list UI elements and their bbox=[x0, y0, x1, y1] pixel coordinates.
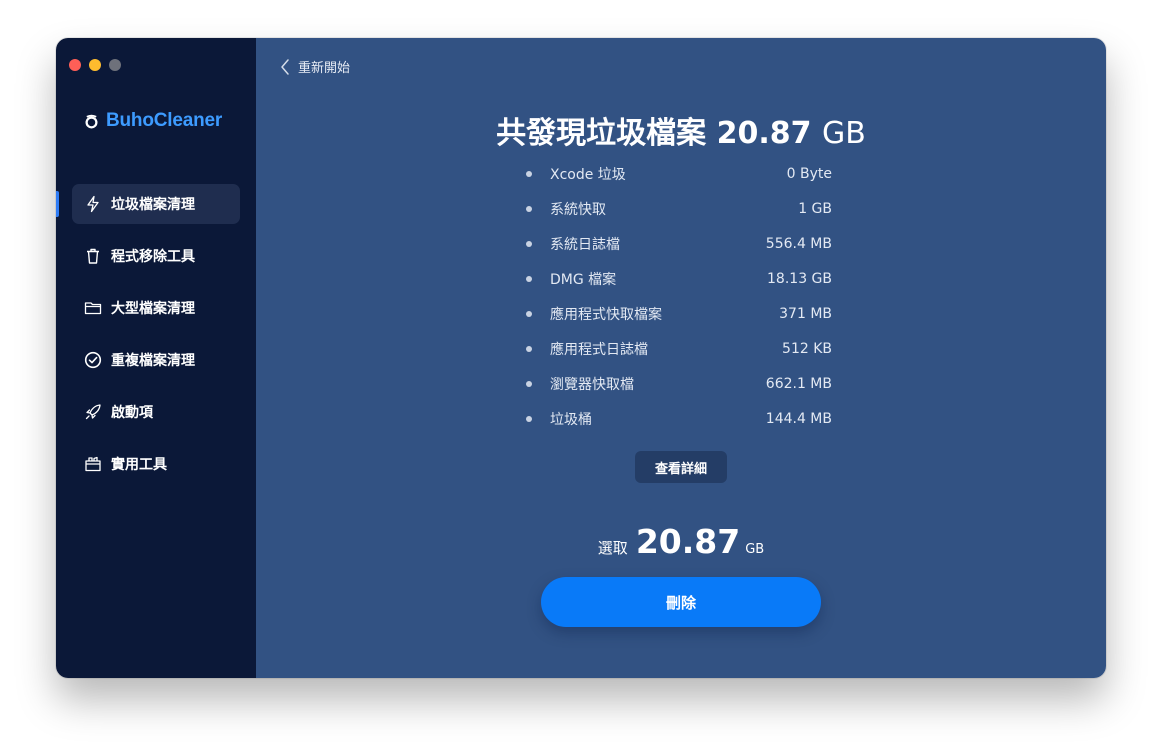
list-item: 應用程式快取檔案 371 MB bbox=[526, 296, 832, 331]
minimize-window-button[interactable] bbox=[89, 59, 101, 71]
junk-category-size: 371 MB bbox=[779, 305, 832, 322]
junk-category-size: 556.4 MB bbox=[765, 235, 832, 252]
selected-summary: 選取 20.87 GB bbox=[256, 522, 1106, 561]
junk-category-name: Xcode 垃圾 bbox=[550, 166, 626, 183]
junk-category-size: 0 Byte bbox=[786, 165, 832, 182]
sidebar-item-label: 實用工具 bbox=[111, 457, 167, 473]
junk-category-size: 1 GB bbox=[798, 200, 832, 217]
restart-label: 重新開始 bbox=[298, 61, 351, 76]
main-panel: 重新開始 共發現垃圾檔案 20.87 GB Xcode 垃圾 0 Byte 系統… bbox=[256, 38, 1106, 678]
buho-logo-icon bbox=[85, 114, 98, 128]
bullet-icon bbox=[526, 275, 532, 282]
rocket-icon bbox=[84, 403, 102, 421]
junk-category-size: 512 KB bbox=[782, 340, 832, 357]
junk-category-name: 系統快取 bbox=[550, 201, 606, 218]
selected-unit: GB bbox=[745, 542, 765, 557]
list-item: 瀏覽器快取檔 662.1 MB bbox=[526, 366, 832, 401]
sidebar: BuhoCleaner 垃圾檔案清理 程式移除工具 大型檔案清理 重複檔案清理 … bbox=[56, 38, 256, 678]
junk-category-name: 垃圾桶 bbox=[550, 411, 592, 428]
view-details-button[interactable]: 查看詳細 bbox=[635, 451, 727, 483]
list-item: 應用程式日誌檔 512 KB bbox=[526, 331, 832, 366]
bullet-icon bbox=[526, 380, 532, 387]
list-item: 系統快取 1 GB bbox=[526, 191, 832, 226]
list-item: 系統日誌檔 556.4 MB bbox=[526, 226, 832, 261]
selected-label: 選取 bbox=[597, 539, 628, 557]
app-name: BuhoCleaner bbox=[106, 110, 223, 131]
sidebar-nav: 垃圾檔案清理 程式移除工具 大型檔案清理 重複檔案清理 啟動項 實用工具 bbox=[56, 184, 240, 496]
junk-category-size: 662.1 MB bbox=[765, 375, 832, 392]
sidebar-item-startup-items[interactable]: 啟動項 bbox=[72, 392, 240, 432]
lightning-icon bbox=[84, 195, 102, 213]
delete-button[interactable]: 刪除 bbox=[541, 577, 821, 627]
sidebar-item-junk-cleaner[interactable]: 垃圾檔案清理 bbox=[56, 184, 240, 224]
page-title: 共發現垃圾檔案 20.87 GB bbox=[256, 108, 1106, 152]
selected-value: 20.87 bbox=[635, 522, 741, 561]
sidebar-item-label: 大型檔案清理 bbox=[111, 301, 195, 317]
maximize-window-button[interactable] bbox=[109, 59, 121, 71]
junk-results-list: Xcode 垃圾 0 Byte 系統快取 1 GB 系統日誌檔 556.4 MB… bbox=[526, 156, 832, 436]
list-item: 垃圾桶 144.4 MB bbox=[526, 401, 832, 436]
bullet-icon bbox=[526, 240, 532, 247]
junk-category-name: 系統日誌檔 bbox=[550, 236, 620, 253]
sidebar-item-label: 垃圾檔案清理 bbox=[111, 197, 195, 213]
app-window: BuhoCleaner 垃圾檔案清理 程式移除工具 大型檔案清理 重複檔案清理 … bbox=[56, 38, 1106, 678]
chevron-left-icon bbox=[281, 58, 289, 75]
bullet-icon bbox=[526, 415, 532, 422]
bullet-icon bbox=[526, 170, 532, 177]
check-circle-icon bbox=[84, 351, 102, 369]
sidebar-item-toolkit[interactable]: 實用工具 bbox=[72, 444, 240, 484]
sidebar-item-large-files[interactable]: 大型檔案清理 bbox=[72, 288, 240, 328]
restart-button[interactable]: 重新開始 bbox=[280, 57, 350, 76]
junk-category-name: DMG 檔案 bbox=[550, 271, 617, 288]
junk-category-name: 瀏覽器快取檔 bbox=[550, 376, 634, 393]
junk-category-size: 18.13 GB bbox=[767, 270, 832, 287]
junk-category-name: 應用程式快取檔案 bbox=[550, 306, 662, 323]
headline-unit: GB bbox=[821, 116, 866, 151]
bullet-icon bbox=[526, 205, 532, 212]
junk-category-name: 應用程式日誌檔 bbox=[550, 341, 648, 358]
list-item: DMG 檔案 18.13 GB bbox=[526, 261, 832, 296]
app-logo: BuhoCleaner bbox=[84, 110, 222, 132]
headline-prefix: 共發現垃圾檔案 bbox=[496, 116, 707, 151]
trash-icon bbox=[84, 247, 102, 265]
toolbox-icon bbox=[84, 455, 102, 473]
list-item: Xcode 垃圾 0 Byte bbox=[526, 156, 832, 191]
sidebar-item-duplicate-files[interactable]: 重複檔案清理 bbox=[72, 340, 240, 380]
folder-icon bbox=[84, 299, 102, 317]
sidebar-item-label: 重複檔案清理 bbox=[111, 353, 195, 369]
sidebar-item-app-uninstaller[interactable]: 程式移除工具 bbox=[72, 236, 240, 276]
bullet-icon bbox=[526, 345, 532, 352]
junk-category-size: 144.4 MB bbox=[765, 410, 832, 427]
headline-value: 20.87 bbox=[716, 116, 812, 151]
sidebar-item-label: 程式移除工具 bbox=[111, 249, 195, 265]
close-window-button[interactable] bbox=[69, 59, 81, 71]
window-controls bbox=[69, 59, 121, 71]
bullet-icon bbox=[526, 310, 532, 317]
sidebar-item-label: 啟動項 bbox=[111, 405, 153, 421]
